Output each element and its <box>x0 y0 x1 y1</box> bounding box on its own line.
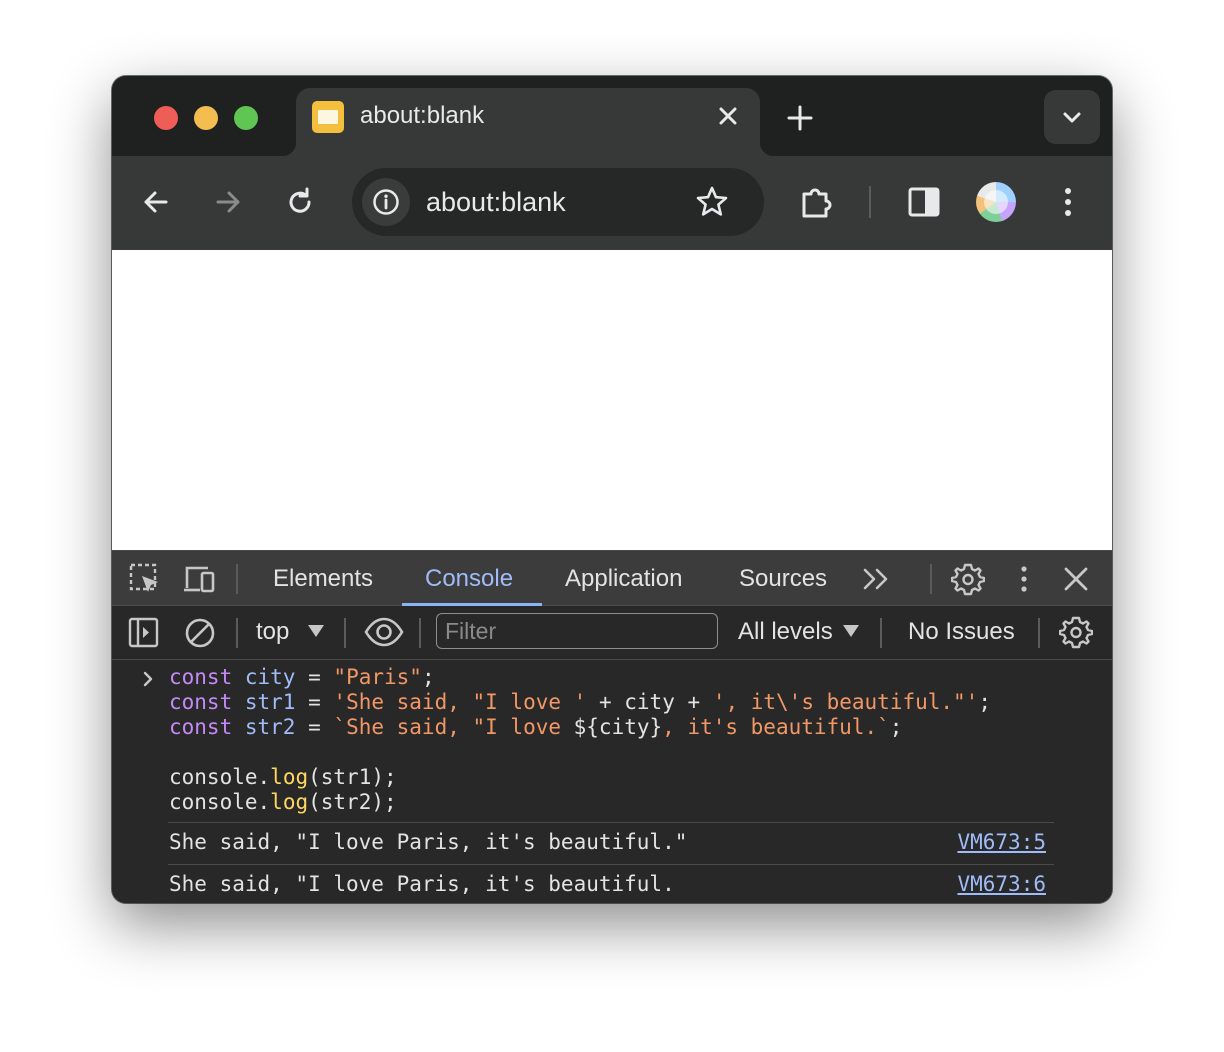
devtools-tab-bar: Elements Console Application Sources <box>112 550 1112 606</box>
more-vertical-icon[interactable] <box>1007 562 1041 596</box>
close-devtools-icon[interactable] <box>1059 562 1093 596</box>
close-window-button[interactable] <box>154 106 178 130</box>
devtools-divider <box>236 618 238 648</box>
chevron-down-icon <box>1063 112 1081 123</box>
console-output[interactable]: const city = "Paris"; const str1 = 'She s… <box>112 660 1112 903</box>
close-tab-icon[interactable] <box>712 100 744 132</box>
console-input-line[interactable]: const str2 = `She said, "I love ${city},… <box>169 715 902 740</box>
back-arrow-icon[interactable] <box>136 182 176 222</box>
address-bar[interactable]: about:blank <box>352 168 764 236</box>
tab-console[interactable]: Console <box>425 551 513 607</box>
browser-window: about:blank about:blank Elements Console… <box>112 76 1112 903</box>
reload-icon[interactable] <box>280 182 320 222</box>
dropdown-triangle-icon <box>843 625 859 637</box>
inspect-element-icon[interactable] <box>128 562 162 596</box>
bookmark-star-icon[interactable] <box>694 184 730 220</box>
devtools-divider <box>1038 618 1040 648</box>
sidebar-toggle-icon[interactable] <box>127 616 161 650</box>
console-input-line[interactable]: const str1 = 'She said, "I love ' + city… <box>169 690 991 715</box>
console-message: She said, "I love Paris, it's beautiful.… <box>168 864 1054 903</box>
info-icon <box>373 189 399 215</box>
console-message: She said, "I love Paris, it's beautiful.… <box>168 822 1054 863</box>
console-message-source-link[interactable]: VM673:6 <box>957 872 1046 897</box>
toolbar-divider <box>869 186 871 218</box>
tab-strip: about:blank <box>112 76 1112 156</box>
console-settings-gear-icon[interactable] <box>1059 615 1093 649</box>
devtools-divider <box>930 564 932 594</box>
console-message-source-link[interactable]: VM673:5 <box>957 830 1046 855</box>
zoom-window-button[interactable] <box>234 106 258 130</box>
new-tab-icon[interactable] <box>782 100 818 136</box>
tab-search-button[interactable] <box>1044 90 1100 144</box>
clear-console-icon[interactable] <box>183 616 217 650</box>
console-input-line[interactable]: console.log(str1); <box>169 765 397 790</box>
console-toolbar: top All levels No Issues <box>112 606 1112 660</box>
console-input-line[interactable]: console.log(str2); <box>169 790 397 815</box>
browser-toolbar: about:blank <box>112 156 1112 250</box>
tab-sources[interactable]: Sources <box>739 551 827 607</box>
browser-tab[interactable]: about:blank <box>282 88 774 156</box>
extensions-puzzle-icon[interactable] <box>798 182 838 222</box>
tab-elements[interactable]: Elements <box>273 551 373 607</box>
devtools-divider <box>236 564 238 594</box>
console-message-text: She said, "I love Paris, it's beautiful. <box>169 872 675 896</box>
side-panel-icon[interactable] <box>904 182 944 222</box>
context-selector[interactable]: top <box>256 616 289 648</box>
forward-arrow-icon[interactable] <box>208 182 248 222</box>
log-levels-dropdown[interactable]: All levels <box>738 616 833 648</box>
live-expression-eye-icon[interactable] <box>364 614 404 650</box>
prompt-chevron-icon <box>143 671 153 687</box>
more-vertical-icon[interactable] <box>1048 182 1088 222</box>
url-text[interactable]: about:blank <box>426 186 566 218</box>
settings-gear-icon[interactable] <box>951 562 985 596</box>
console-input-line[interactable]: const city = "Paris"; <box>169 665 435 690</box>
tab-application[interactable]: Application <box>565 551 682 607</box>
site-info-button[interactable] <box>362 178 410 226</box>
devtools-divider <box>419 618 421 648</box>
device-toolbar-icon[interactable] <box>182 562 216 596</box>
dropdown-triangle-icon <box>308 625 324 637</box>
devtools-divider <box>344 618 346 648</box>
profile-avatar[interactable] <box>976 182 1016 222</box>
more-tabs-chevron-icon[interactable] <box>860 562 894 596</box>
tab-title: about:blank <box>360 102 485 129</box>
page-viewport[interactable] <box>112 250 1112 550</box>
console-message-text: She said, "I love Paris, it's beautiful.… <box>169 830 688 854</box>
issues-counter[interactable]: No Issues <box>908 616 1015 648</box>
minimize-window-button[interactable] <box>194 106 218 130</box>
page-favicon-icon <box>312 101 344 133</box>
devtools-panel: Elements Console Application Sources top… <box>112 550 1112 903</box>
devtools-divider <box>880 618 882 648</box>
console-filter-input[interactable] <box>436 613 718 649</box>
